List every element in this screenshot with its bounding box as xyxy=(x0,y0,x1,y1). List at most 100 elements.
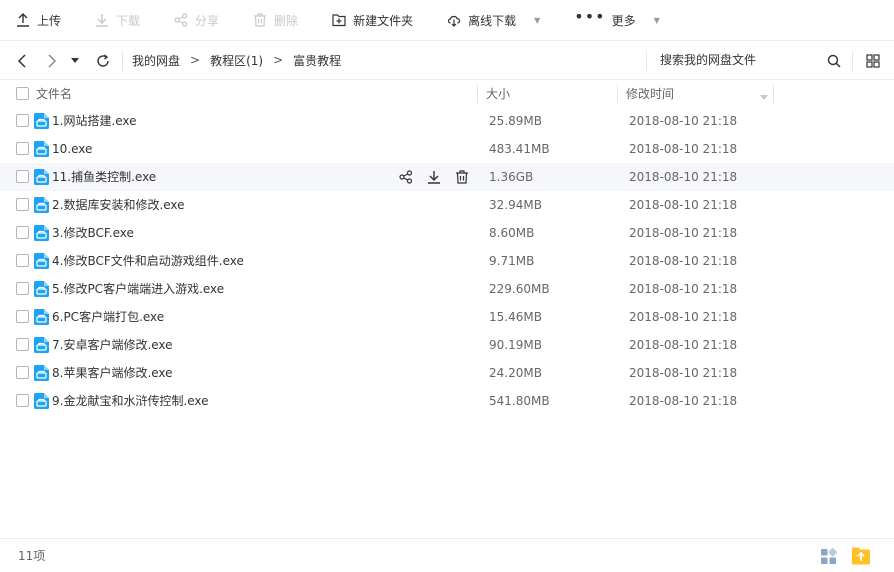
history-dropdown-icon[interactable] xyxy=(67,53,83,69)
more-label: 更多 xyxy=(611,13,636,28)
table-row[interactable]: 8.苹果客户端修改.exe 24.20MB 2018-08-10 21:18 xyxy=(0,359,894,387)
file-name[interactable]: 9.金龙献宝和水浒传控制.exe xyxy=(52,387,209,415)
file-size: 541.80MB xyxy=(489,394,550,408)
exe-file-icon xyxy=(34,225,49,241)
column-resizer[interactable] xyxy=(773,85,774,103)
column-resizer[interactable] xyxy=(477,85,478,103)
file-size: 32.94MB xyxy=(489,198,542,212)
new-folder-button[interactable]: 新建文件夹 xyxy=(332,0,413,40)
offline-download-button[interactable]: 离线下载 ▼ xyxy=(447,0,540,40)
file-name[interactable]: 7.安卓客户端修改.exe xyxy=(52,331,173,359)
select-all-checkbox[interactable] xyxy=(16,87,29,100)
file-name[interactable]: 6.PC客户端打包.exe xyxy=(52,303,164,331)
breadcrumb-separator-icon: > xyxy=(190,53,201,67)
table-row[interactable]: 10.exe 483.41MB 2018-08-10 21:18 xyxy=(0,135,894,163)
file-modified: 2018-08-10 21:18 xyxy=(629,338,738,352)
column-header-modified[interactable]: 修改时间 xyxy=(626,80,674,108)
apps-grid-icon[interactable] xyxy=(820,548,837,565)
cloud-download-icon xyxy=(447,13,461,27)
row-checkbox[interactable] xyxy=(16,170,29,183)
file-name[interactable]: 11.捕鱼类控制.exe xyxy=(52,163,156,191)
file-size: 483.41MB xyxy=(489,142,550,156)
status-bar: 11项 xyxy=(0,538,894,572)
file-size: 9.71MB xyxy=(489,254,535,268)
trash-icon xyxy=(253,13,267,27)
exe-file-icon xyxy=(34,169,49,185)
row-checkbox[interactable] xyxy=(16,226,29,239)
delete-label: 删除 xyxy=(274,13,299,28)
share-icon xyxy=(174,13,188,27)
upload-icon xyxy=(16,13,30,27)
file-name[interactable]: 8.苹果客户端修改.exe xyxy=(52,359,173,387)
chevron-down-icon[interactable]: ▼ xyxy=(654,16,660,25)
exe-file-icon xyxy=(34,393,49,409)
download-button[interactable]: 下载 xyxy=(95,0,140,40)
transfer-upload-icon[interactable] xyxy=(851,546,871,566)
more-button[interactable]: ••• 更多 ▼ xyxy=(574,0,659,40)
table-row[interactable]: 4.修改BCF文件和启动游戏组件.exe 9.71MB 2018-08-10 2… xyxy=(0,247,894,275)
exe-file-icon xyxy=(34,281,49,297)
sort-dropdown-icon[interactable] xyxy=(760,90,768,104)
file-size: 15.46MB xyxy=(489,310,542,324)
share-icon[interactable] xyxy=(398,169,414,185)
column-header-size[interactable]: 大小 xyxy=(486,80,510,108)
divider xyxy=(852,51,853,71)
file-modified: 2018-08-10 21:18 xyxy=(629,226,738,240)
file-modified: 2018-08-10 21:18 xyxy=(629,170,738,184)
table-row[interactable]: 2.数据库安装和修改.exe 32.94MB 2018-08-10 21:18 xyxy=(0,191,894,219)
divider xyxy=(122,51,123,71)
more-dots-icon: ••• xyxy=(574,7,606,26)
back-arrow-icon[interactable] xyxy=(14,53,30,69)
row-checkbox[interactable] xyxy=(16,310,29,323)
file-name[interactable]: 2.数据库安装和修改.exe xyxy=(52,191,185,219)
table-row[interactable]: 1.网站搭建.exe 25.89MB 2018-08-10 21:18 xyxy=(0,107,894,135)
chevron-down-icon[interactable]: ▼ xyxy=(534,16,540,25)
file-size: 1.36GB xyxy=(489,170,534,184)
table-row[interactable]: 3.修改BCF.exe 8.60MB 2018-08-10 21:18 xyxy=(0,219,894,247)
file-name[interactable]: 5.修改PC客户端端进入游戏.exe xyxy=(52,275,224,303)
file-name[interactable]: 1.网站搭建.exe xyxy=(52,107,137,135)
table-row[interactable]: 9.金龙献宝和水浒传控制.exe 541.80MB 2018-08-10 21:… xyxy=(0,387,894,415)
trash-icon[interactable] xyxy=(454,169,470,185)
search-icon[interactable] xyxy=(826,53,842,69)
download-icon xyxy=(95,13,109,27)
row-checkbox[interactable] xyxy=(16,366,29,379)
table-row[interactable]: 7.安卓客户端修改.exe 90.19MB 2018-08-10 21:18 xyxy=(0,331,894,359)
refresh-icon[interactable] xyxy=(95,53,111,69)
item-count: 11项 xyxy=(18,549,46,563)
row-checkbox[interactable] xyxy=(16,114,29,127)
exe-file-icon xyxy=(34,197,49,213)
upload-button[interactable]: 上传 xyxy=(16,0,61,40)
exe-file-icon xyxy=(34,309,49,325)
table-row[interactable]: 11.捕鱼类控制.exe 1.36GB 2018-08-10 21:18 xyxy=(0,163,894,191)
table-row[interactable]: 6.PC客户端打包.exe 15.46MB 2018-08-10 21:18 xyxy=(0,303,894,331)
row-checkbox[interactable] xyxy=(16,254,29,267)
table-row[interactable]: 5.修改PC客户端端进入游戏.exe 229.60MB 2018-08-10 2… xyxy=(0,275,894,303)
row-checkbox[interactable] xyxy=(16,394,29,407)
forward-arrow-icon[interactable] xyxy=(44,53,60,69)
breadcrumb-item-current[interactable]: 富贵教程 xyxy=(293,52,341,69)
new-folder-label: 新建文件夹 xyxy=(353,13,414,28)
column-resizer[interactable] xyxy=(617,85,618,103)
delete-button[interactable]: 删除 xyxy=(253,0,298,40)
column-header-name[interactable]: 文件名 xyxy=(36,80,72,108)
grid-view-icon[interactable] xyxy=(865,53,881,69)
row-checkbox[interactable] xyxy=(16,338,29,351)
file-name[interactable]: 3.修改BCF.exe xyxy=(52,219,134,247)
exe-file-icon xyxy=(34,337,49,353)
breadcrumb-separator-icon: > xyxy=(273,53,284,67)
breadcrumb: 我的网盘 > 教程区(1) > 富贵教程 xyxy=(132,41,341,79)
breadcrumb-item[interactable]: 我的网盘 xyxy=(132,52,180,69)
search-input[interactable]: 搜索我的网盘文件 xyxy=(660,41,756,79)
row-checkbox[interactable] xyxy=(16,142,29,155)
exe-file-icon xyxy=(34,365,49,381)
row-checkbox[interactable] xyxy=(16,282,29,295)
file-size: 90.19MB xyxy=(489,338,542,352)
breadcrumb-item[interactable]: 教程区(1) xyxy=(210,52,263,69)
row-checkbox[interactable] xyxy=(16,198,29,211)
file-name[interactable]: 10.exe xyxy=(52,135,92,163)
download-icon[interactable] xyxy=(426,169,442,185)
file-name[interactable]: 4.修改BCF文件和启动游戏组件.exe xyxy=(52,247,244,275)
file-modified: 2018-08-10 21:18 xyxy=(629,142,738,156)
share-button[interactable]: 分享 xyxy=(174,0,219,40)
